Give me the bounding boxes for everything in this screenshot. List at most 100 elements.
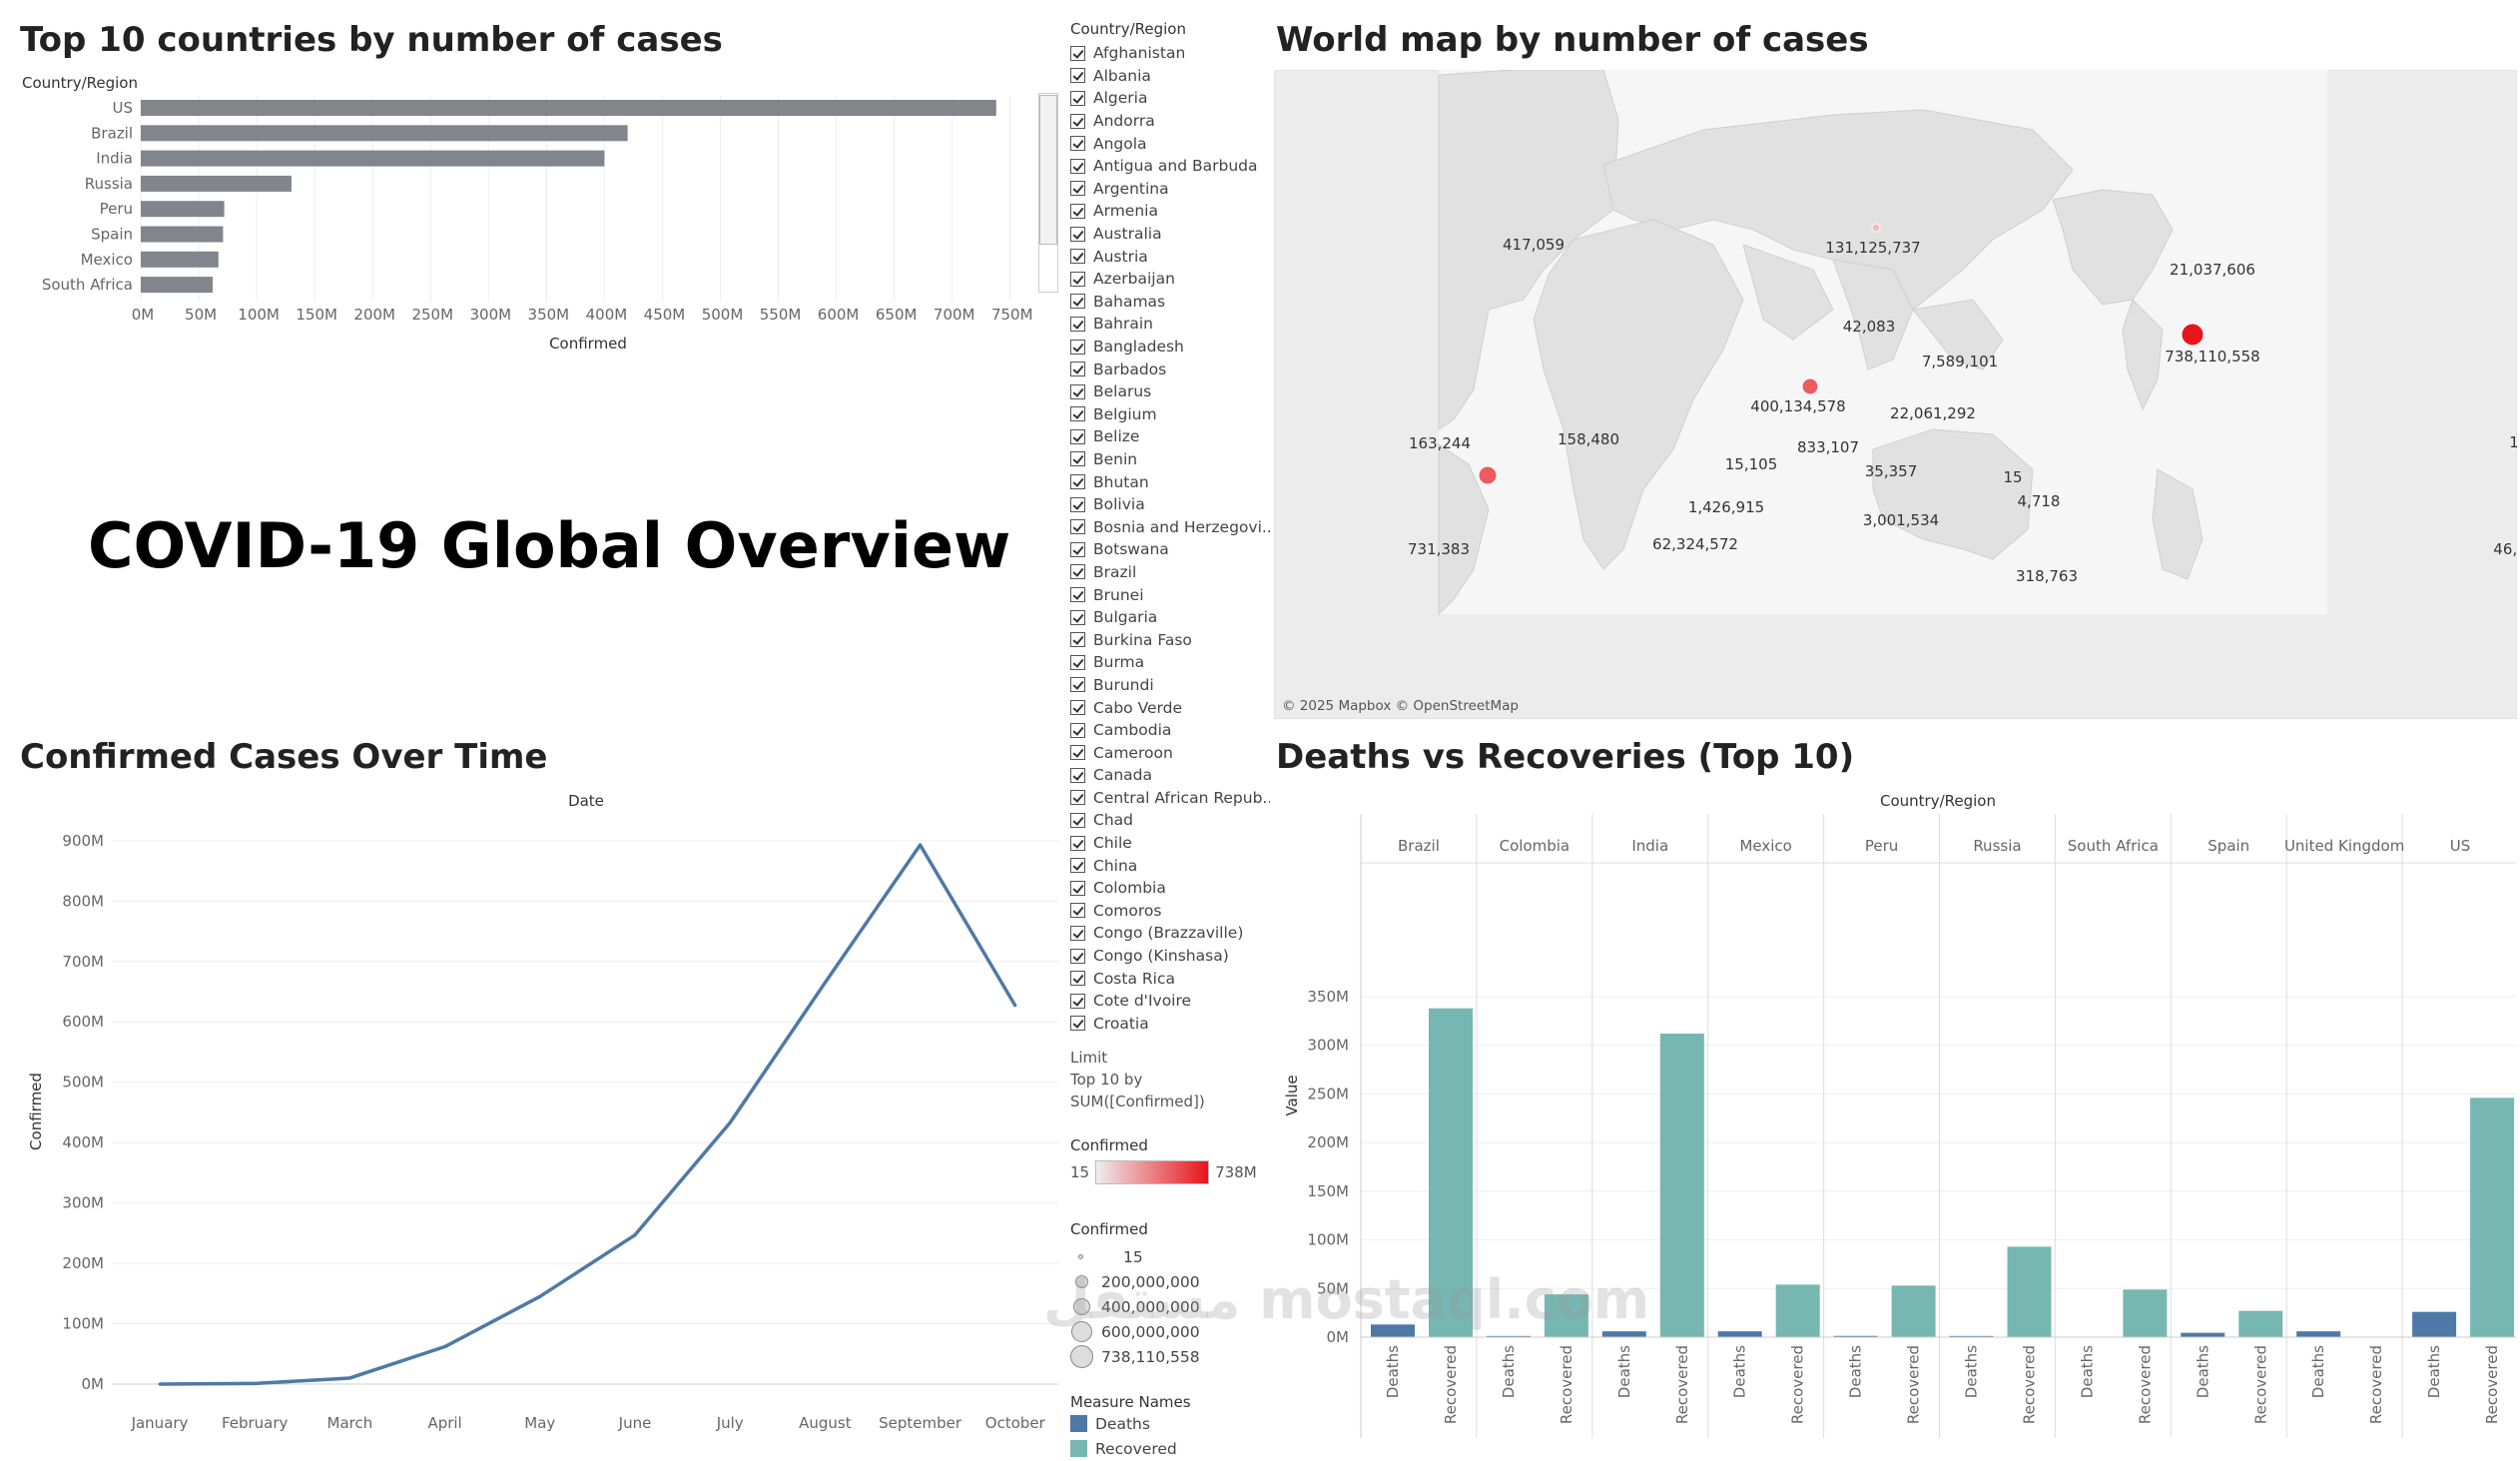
country-filter-item[interactable]: Burundi (1070, 674, 1270, 697)
grouped-x-tick: Recovered (1558, 1345, 1575, 1424)
country-filter-item[interactable]: Costa Rica (1070, 967, 1270, 990)
country-checkbox[interactable] (1070, 316, 1085, 332)
country-checkbox[interactable] (1070, 383, 1085, 399)
country-checkbox[interactable] (1070, 564, 1085, 580)
country-filter-item[interactable]: Azerbaijan (1070, 268, 1270, 291)
country-checkbox[interactable] (1070, 903, 1085, 919)
country-checkbox[interactable] (1070, 271, 1085, 287)
country-filter-item[interactable]: Croatia (1070, 1013, 1270, 1036)
country-checkbox[interactable] (1070, 136, 1085, 152)
measure-legend-item[interactable]: Recovered (1070, 1436, 1270, 1461)
country-checkbox[interactable] (1070, 45, 1085, 61)
country-filter-item[interactable]: Bhutan (1070, 470, 1270, 493)
country-filter-item[interactable]: Algeria (1070, 87, 1270, 110)
country-filter-item[interactable]: Congo (Brazzaville) (1070, 922, 1270, 945)
country-checkbox[interactable] (1070, 1016, 1085, 1032)
country-checkbox[interactable] (1070, 587, 1085, 603)
country-filter-item[interactable]: Benin (1070, 448, 1270, 471)
country-checkbox[interactable] (1070, 339, 1085, 355)
country-filter-item[interactable]: Brazil (1070, 561, 1270, 584)
country-checkbox[interactable] (1070, 428, 1085, 444)
country-filter-item[interactable]: Chad (1070, 809, 1270, 832)
country-filter-item[interactable]: Afghanistan (1070, 42, 1270, 65)
country-checkbox[interactable] (1070, 835, 1085, 851)
country-checkbox[interactable] (1070, 249, 1085, 265)
country-filter-item[interactable]: Austria (1070, 245, 1270, 268)
country-checkbox[interactable] (1070, 993, 1085, 1009)
country-filter-item[interactable]: China (1070, 854, 1270, 877)
bar-x-tick: 250M (411, 306, 453, 324)
country-checkbox[interactable] (1070, 203, 1085, 219)
country-checkbox[interactable] (1070, 406, 1085, 422)
country-checkbox[interactable] (1070, 971, 1085, 987)
country-filter-item[interactable]: Antigua and Barbuda (1070, 155, 1270, 178)
country-checkbox[interactable] (1070, 948, 1085, 964)
country-checkbox[interactable] (1070, 496, 1085, 512)
world-map[interactable]: 417,059 131,125,737 21,037,606 42,083 7,589,… (1274, 70, 2517, 719)
country-checkbox[interactable] (1070, 632, 1085, 648)
country-filter-item[interactable]: Cote d'Ivoire (1070, 990, 1270, 1013)
country-checkbox[interactable] (1070, 451, 1085, 467)
country-filter-item[interactable]: Cambodia (1070, 719, 1270, 742)
country-filter-item[interactable]: Argentina (1070, 178, 1270, 201)
country-filter-item[interactable]: Bulgaria (1070, 606, 1270, 629)
country-checkbox[interactable] (1070, 519, 1085, 535)
country-checkbox[interactable] (1070, 362, 1085, 377)
country-filter-item[interactable]: Chile (1070, 832, 1270, 855)
country-filter-item[interactable]: Andorra (1070, 110, 1270, 133)
country-filter-item[interactable]: Burkina Faso (1070, 628, 1270, 651)
country-filter-item[interactable]: Bangladesh (1070, 336, 1270, 359)
map-case-label: 400,134,578 (1750, 397, 1845, 415)
country-filter-item[interactable]: Barbados (1070, 358, 1270, 380)
country-checkbox[interactable] (1070, 677, 1085, 693)
country-filter-item[interactable]: Australia (1070, 223, 1270, 246)
country-filter-item[interactable]: Cabo Verde (1070, 696, 1270, 719)
country-filter-item[interactable]: Burma (1070, 651, 1270, 674)
country-filter-item[interactable]: Belize (1070, 425, 1270, 448)
country-checkbox[interactable] (1070, 654, 1085, 670)
country-checkbox[interactable] (1070, 541, 1085, 557)
country-filter-item[interactable]: Canada (1070, 764, 1270, 787)
country-filter-item[interactable]: Angola (1070, 132, 1270, 155)
country-filter-item[interactable]: Comoros (1070, 900, 1270, 923)
country-filter-item[interactable]: Cameroon (1070, 741, 1270, 764)
country-checkbox[interactable] (1070, 158, 1085, 174)
country-checkbox[interactable] (1070, 294, 1085, 310)
filter-scrollbar-thumb[interactable] (1039, 95, 1057, 245)
country-filter-item[interactable]: Belarus (1070, 380, 1270, 403)
country-checkbox[interactable] (1070, 790, 1085, 806)
country-filter-item[interactable]: Belgium (1070, 403, 1270, 426)
country-checkbox[interactable] (1070, 90, 1085, 106)
country-checkbox[interactable] (1070, 226, 1085, 242)
country-filter-item[interactable]: Colombia (1070, 877, 1270, 900)
country-checkbox[interactable] (1070, 722, 1085, 738)
size-legend-label: 15 (1123, 1247, 1143, 1266)
country-checkbox[interactable] (1070, 767, 1085, 783)
country-filter-item[interactable]: Albania (1070, 65, 1270, 88)
country-checkbox[interactable] (1070, 474, 1085, 490)
country-checkbox[interactable] (1070, 880, 1085, 896)
country-filter-item[interactable]: Botswana (1070, 538, 1270, 561)
country-checkbox[interactable] (1070, 925, 1085, 941)
country-checkbox[interactable] (1070, 68, 1085, 84)
country-checkbox[interactable] (1070, 745, 1085, 761)
country-filter-item[interactable]: Bolivia (1070, 493, 1270, 516)
country-filter-item[interactable]: Brunei (1070, 583, 1270, 606)
country-checkbox[interactable] (1070, 181, 1085, 197)
country-filter-item[interactable]: Bahamas (1070, 291, 1270, 314)
grouped-category-label: Russia (1973, 837, 2021, 855)
country-filter-label: Comoros (1093, 901, 1162, 920)
country-checkbox[interactable] (1070, 812, 1085, 828)
country-filter-item[interactable]: Bahrain (1070, 313, 1270, 336)
country-filter-item[interactable]: Central African Repub.. (1070, 787, 1270, 810)
country-checkbox[interactable] (1070, 113, 1085, 129)
country-checkbox[interactable] (1070, 609, 1085, 625)
bar-x-tick: 500M (702, 306, 744, 324)
country-filter-item[interactable]: Bosnia and Herzegovi.. (1070, 515, 1270, 538)
country-filter-item[interactable]: Congo (Kinshasa) (1070, 945, 1270, 968)
country-checkbox[interactable] (1070, 858, 1085, 874)
country-checkbox[interactable] (1070, 700, 1085, 716)
grouped-category-label: United Kingdom (2284, 837, 2404, 855)
country-filter-item[interactable]: Armenia (1070, 200, 1270, 223)
measure-legend-item[interactable]: Deaths (1070, 1411, 1270, 1436)
